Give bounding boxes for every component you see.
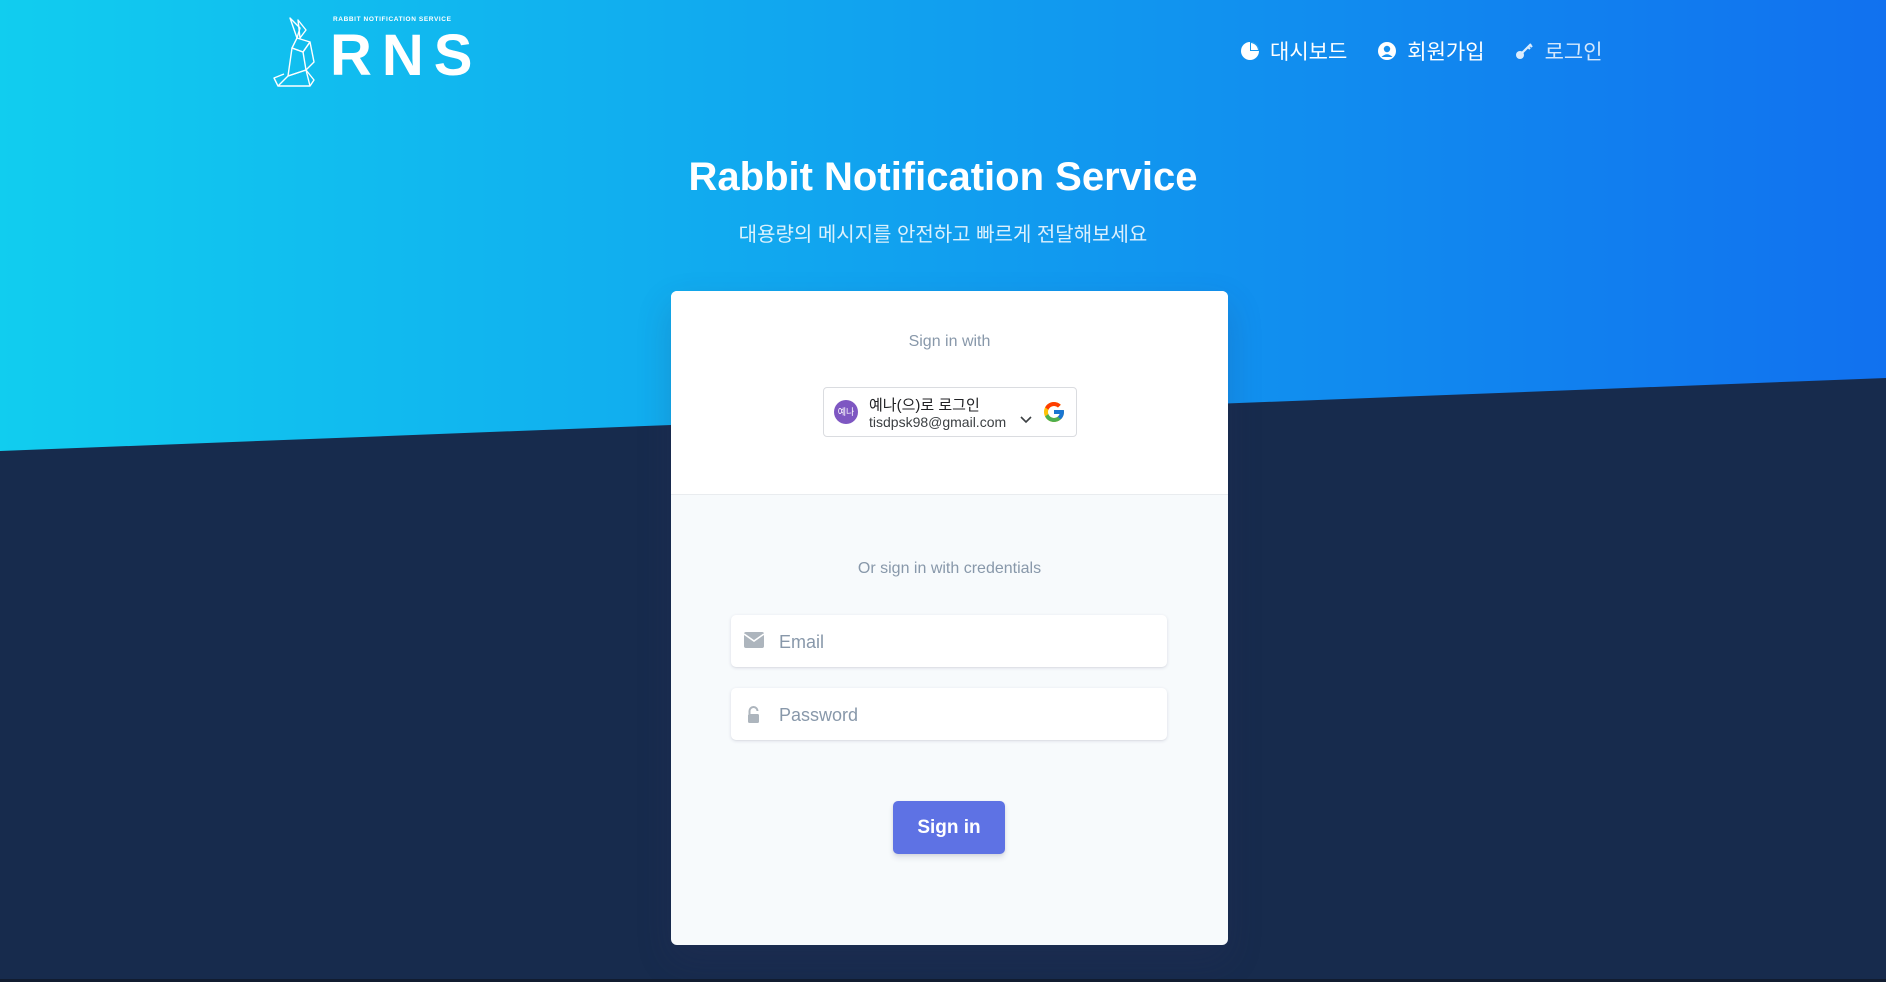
google-signin-button[interactable]: 예나 예나(으)로 로그인 tisdpsk98@gmail.com xyxy=(823,387,1077,437)
google-account-email: tisdpsk98@gmail.com xyxy=(869,414,1007,430)
nav-item-register[interactable]: 회원가입 xyxy=(1377,36,1485,66)
user-circle-icon xyxy=(1378,42,1397,60)
page-title: Rabbit Notification Service xyxy=(688,155,1198,199)
credentials-label: Or sign in with credentials xyxy=(857,560,1042,577)
social-signin-label: Sign in with xyxy=(908,333,991,350)
nav-item-dashboard[interactable]: 대시보드 xyxy=(1240,36,1347,66)
nav-item-login[interactable]: 로그인 xyxy=(1515,36,1603,66)
google-icon xyxy=(1044,402,1064,422)
signin-card: Sign in with 예나 예나(으)로 로그인 tisdpsk98@gma… xyxy=(671,291,1228,945)
email-input[interactable] xyxy=(777,615,1161,669)
nav-item-label: 회원가입 xyxy=(1407,41,1485,64)
chevron-down-icon[interactable] xyxy=(1020,416,1032,424)
email-field[interactable] xyxy=(731,615,1167,669)
page-subtitle: 대용량의 메시지를 안전하고 빠르게 전달해보세요 xyxy=(738,224,1148,246)
key-icon xyxy=(1515,43,1533,59)
social-signin-section: Sign in with 예나 예나(으)로 로그인 tisdpsk98@gma… xyxy=(671,291,1228,495)
pie-chart-icon xyxy=(1241,42,1259,60)
google-account-name: 예나(으)로 로그인 xyxy=(869,397,980,414)
brand-name[interactable]: RNS xyxy=(330,24,482,88)
nav-item-label: 대시보드 xyxy=(1270,41,1348,64)
nav-links: 대시보드 회원가입 로그인 xyxy=(1240,34,1603,68)
nav-item-label: 로그인 xyxy=(1544,41,1603,64)
password-input[interactable] xyxy=(777,688,1161,742)
lock-icon xyxy=(748,706,759,723)
navbar: RABBIT NOTIFICATION SERVICE RNS 대시보드 회원가… xyxy=(0,0,1886,110)
signin-button[interactable]: Sign in xyxy=(893,801,1005,854)
brand-tagline: RABBIT NOTIFICATION SERVICE xyxy=(333,16,452,23)
password-field[interactable] xyxy=(731,688,1167,742)
envelope-icon xyxy=(744,632,764,648)
avatar: 예나 xyxy=(834,400,858,424)
